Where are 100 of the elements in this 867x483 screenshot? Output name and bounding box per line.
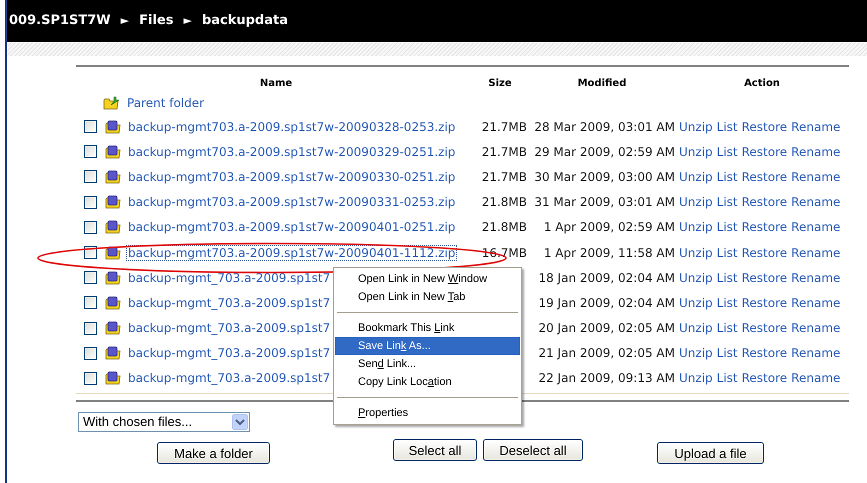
action-link[interactable]: List xyxy=(716,168,738,186)
folder-icon xyxy=(105,220,121,234)
push-button[interactable]: Deselect all xyxy=(483,439,583,462)
action-link[interactable]: Restore xyxy=(742,244,788,262)
column-header: Name xyxy=(258,77,294,91)
file-link[interactable]: backup-mgmt_703.a-2009.sp1st7 xyxy=(127,296,332,310)
action-link[interactable]: Restore xyxy=(742,118,788,136)
file-size: 21.7MB xyxy=(482,170,527,184)
action-link[interactable]: Restore xyxy=(742,344,788,362)
action-link[interactable]: Rename xyxy=(791,268,840,287)
push-button[interactable]: Select all xyxy=(393,439,477,462)
checkbox[interactable] xyxy=(84,296,97,310)
action-link[interactable]: List xyxy=(716,193,738,212)
parent-folder-link[interactable]: Parent folder xyxy=(127,94,204,112)
action-link[interactable]: Unzip xyxy=(679,193,713,212)
action-link[interactable]: Restore xyxy=(742,294,788,312)
file-link[interactable]: backup-mgmt703.a-2009.sp1st7w-20090331-0253.zip xyxy=(127,195,456,210)
action-link[interactable]: Restore xyxy=(742,319,788,338)
modified-date: 1 Apr 2009, 11:58 AM xyxy=(542,244,676,262)
checkbox[interactable] xyxy=(84,271,97,284)
menu-item[interactable]: Open Link in New Tab xyxy=(335,288,520,306)
action-link[interactable]: Rename xyxy=(791,118,840,136)
action-link[interactable]: Unzip xyxy=(679,244,713,262)
action-link[interactable]: Unzip xyxy=(679,168,713,186)
action-link[interactable]: Unzip xyxy=(679,218,713,236)
breadcrumb-item[interactable]: Files xyxy=(139,11,174,31)
file-size: 21.7MB xyxy=(482,120,527,134)
menu-item[interactable]: Save Link As... xyxy=(335,337,520,355)
action-link[interactable]: List xyxy=(716,118,738,136)
file-link[interactable]: backup-mgmt_703.a-2009.sp1st7 xyxy=(127,321,332,336)
action-link[interactable]: Rename xyxy=(791,244,840,262)
action-link[interactable]: List xyxy=(716,218,738,236)
folder-icon xyxy=(105,346,121,360)
file-size: 21.7MB xyxy=(482,144,527,159)
file-link[interactable]: backup-mgmt703.a-2009.sp1st7w-20090328-0253.zip xyxy=(127,120,456,134)
file-link[interactable]: backup-mgmt_703.a-2009.sp1st7 xyxy=(127,371,332,386)
checkbox[interactable] xyxy=(84,372,97,385)
menu-item[interactable]: Copy Link Location xyxy=(335,373,520,391)
action-link[interactable]: Unzip xyxy=(679,369,713,388)
action-link[interactable]: Rename xyxy=(791,193,840,212)
file-size: 21.8MB xyxy=(482,220,527,234)
modified-date: 30 Mar 2009, 03:00 AM xyxy=(533,168,676,186)
breadcrumb-separator: ► xyxy=(120,12,130,29)
column-header: Modified xyxy=(576,77,628,91)
action-link[interactable]: Restore xyxy=(742,168,788,186)
action-link[interactable]: Restore xyxy=(742,218,788,236)
folder-up-arrow-icon xyxy=(103,96,119,110)
modified-date: 19 Jan 2009, 02:04 AM xyxy=(537,294,676,312)
folder-icon xyxy=(105,170,121,184)
file-link[interactable]: backup-mgmt703.a-2009.sp1st7w-20090329-0251.zip xyxy=(127,144,456,159)
file-link[interactable]: backup-mgmt703.a-2009.sp1st7w-20090401-0251.zip xyxy=(127,220,456,234)
file-link[interactable]: backup-mgmt_703.a-2009.sp1st7 xyxy=(127,346,332,360)
action-link[interactable]: List xyxy=(716,369,738,388)
action-link[interactable]: Unzip xyxy=(679,294,713,312)
checkbox[interactable] xyxy=(84,170,97,184)
action-link[interactable]: Rename xyxy=(791,218,840,236)
action-link[interactable]: Unzip xyxy=(679,319,713,338)
checkbox[interactable] xyxy=(84,322,97,335)
push-button[interactable]: Make a folder xyxy=(157,442,270,464)
modified-date: 18 Jan 2009, 02:04 AM xyxy=(537,270,676,287)
action-link[interactable]: Restore xyxy=(742,268,788,287)
folder-icon xyxy=(105,195,121,210)
checkbox[interactable] xyxy=(84,196,97,209)
action-link[interactable]: List xyxy=(716,319,738,338)
action-link[interactable]: List xyxy=(716,268,738,287)
menu-item[interactable]: Send Link... xyxy=(335,355,520,373)
modified-date: 29 Mar 2009, 02:59 AM xyxy=(533,144,676,161)
action-link[interactable]: Rename xyxy=(791,168,840,186)
action-link[interactable]: Rename xyxy=(791,294,840,312)
checkbox[interactable] xyxy=(84,120,97,134)
action-link[interactable]: Unzip xyxy=(679,142,713,161)
action-link[interactable]: Rename xyxy=(791,344,840,362)
checkbox[interactable] xyxy=(84,220,97,234)
menu-item[interactable]: Properties xyxy=(335,404,520,422)
action-link[interactable]: List xyxy=(716,344,738,362)
menu-item[interactable]: Open Link in New Window xyxy=(335,270,520,288)
action-link[interactable]: Rename xyxy=(791,369,840,388)
modified-date: 22 Jan 2009, 09:13 AM xyxy=(537,370,676,388)
action-link[interactable]: Rename xyxy=(791,319,840,338)
action-link[interactable]: Rename xyxy=(791,142,840,161)
action-link[interactable]: Restore xyxy=(742,193,788,212)
action-link[interactable]: Unzip xyxy=(679,118,713,136)
file-link[interactable]: backup-mgmt_703.a-2009.sp1st7 xyxy=(127,270,332,285)
action-link[interactable]: List xyxy=(716,244,738,262)
file-link[interactable]: backup-mgmt703.a-2009.sp1st7w-20090330-0251.zip xyxy=(127,170,456,184)
folder-icon xyxy=(105,270,121,285)
push-button[interactable]: Upload a file xyxy=(657,442,764,464)
checkbox[interactable] xyxy=(84,346,97,360)
action-link[interactable]: Unzip xyxy=(679,268,713,287)
action-link[interactable]: List xyxy=(716,294,738,312)
action-link[interactable]: List xyxy=(716,142,738,161)
modified-date: 20 Jan 2009, 02:05 AM xyxy=(537,320,676,338)
folder-icon xyxy=(105,296,121,310)
breadcrumb-item[interactable]: 009.SP1ST7W xyxy=(9,11,111,31)
checkbox[interactable] xyxy=(84,145,97,158)
action-link[interactable]: Restore xyxy=(742,369,788,388)
menu-item[interactable]: Bookmark This Link xyxy=(335,319,520,337)
bulk-action-dropdown[interactable]: With chosen files... xyxy=(78,412,250,432)
action-link[interactable]: Restore xyxy=(742,142,788,161)
action-link[interactable]: Unzip xyxy=(679,344,713,362)
